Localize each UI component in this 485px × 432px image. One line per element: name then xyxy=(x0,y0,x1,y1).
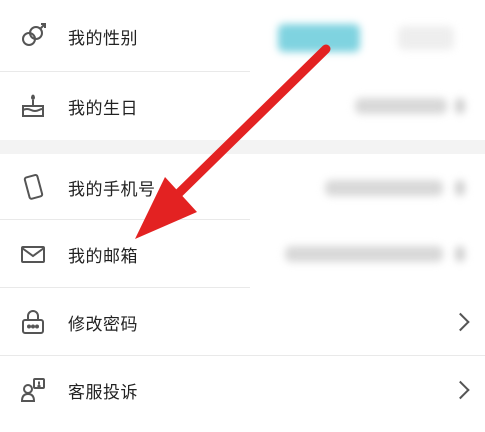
chevron-right-icon xyxy=(451,380,470,400)
gender-icon xyxy=(18,21,48,51)
row-phone[interactable]: 我的手机号 xyxy=(0,154,485,220)
row-label: 修改密码 xyxy=(68,314,138,335)
support-icon xyxy=(18,375,48,405)
row-gender[interactable]: 我的性别 xyxy=(0,0,485,72)
birthday-value xyxy=(355,98,447,114)
chevron-right-icon xyxy=(455,98,465,114)
row-change-password[interactable]: 修改密码 xyxy=(0,288,485,356)
chevron-right-icon xyxy=(451,312,470,332)
gender-value-other[interactable] xyxy=(398,26,454,50)
row-birthday[interactable]: 我的生日 xyxy=(0,72,485,140)
settings-list: 我的性别 我的生日 我的手机号 我的邮箱 修改密码 客服投诉 xyxy=(0,0,485,424)
row-label: 我的邮箱 xyxy=(68,246,138,267)
phone-icon xyxy=(18,172,48,202)
row-email[interactable]: 我的邮箱 xyxy=(0,220,485,288)
mail-icon xyxy=(18,239,48,269)
row-label: 我的生日 xyxy=(68,98,138,119)
row-label: 我的性别 xyxy=(68,28,138,49)
row-customer-service[interactable]: 客服投诉 xyxy=(0,356,485,424)
chevron-right-icon xyxy=(455,180,465,196)
phone-value xyxy=(325,180,443,196)
email-value xyxy=(285,246,443,262)
chevron-right-icon xyxy=(455,246,465,262)
lock-icon xyxy=(18,307,48,337)
row-label: 客服投诉 xyxy=(68,382,138,403)
gender-value-selected[interactable] xyxy=(278,24,360,52)
row-label: 我的手机号 xyxy=(68,179,156,200)
section-gap xyxy=(0,140,485,154)
cake-icon xyxy=(18,91,48,121)
